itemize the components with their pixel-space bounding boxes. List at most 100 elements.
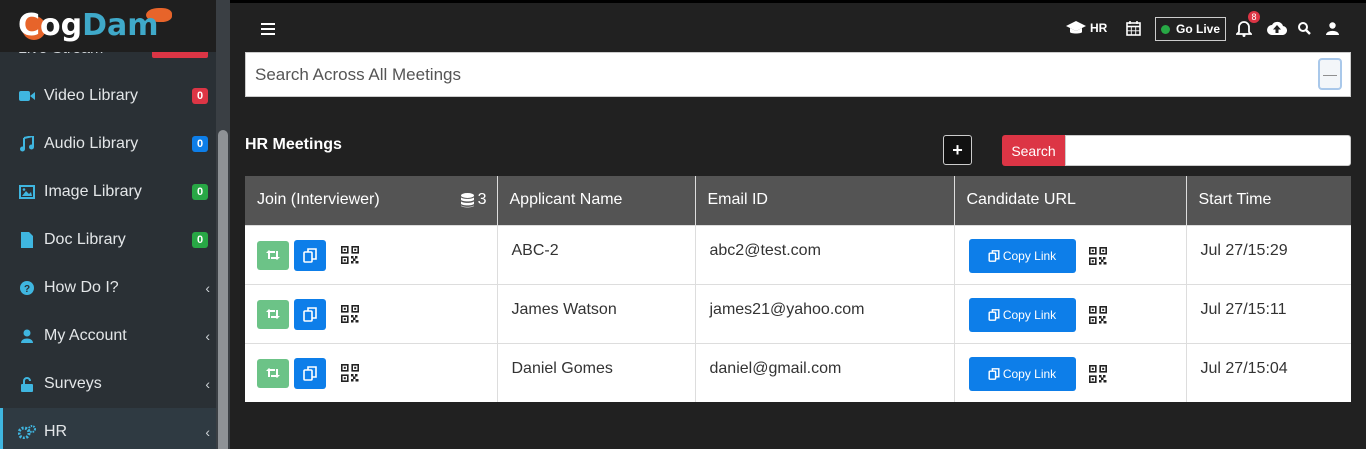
table-row: ABC-2 abc2@test.com Copy Link Jul 27/15:…: [245, 224, 1351, 284]
meetings-table: Join (Interviewer) 3 Applicant Name Emai…: [245, 176, 1351, 402]
rejoin-button[interactable]: [257, 299, 289, 329]
sidebar-item-video-library[interactable]: Video Library 0: [0, 72, 216, 120]
copy-icon: [988, 308, 1000, 321]
go-live-button[interactable]: Go Live: [1155, 17, 1226, 41]
qr-code-icon[interactable]: [340, 304, 360, 324]
sidebar-scrollbar-thumb[interactable]: [218, 130, 228, 449]
qr-code-icon[interactable]: [1088, 305, 1108, 325]
applicant-name: Daniel Gomes: [497, 342, 696, 402]
hr-label: HR: [1090, 21, 1108, 35]
copy-link-button[interactable]: Copy Link: [968, 297, 1076, 332]
start-time: Jul 27/15:04: [1186, 342, 1351, 402]
rejoin-button[interactable]: [257, 358, 289, 388]
copy-link-button[interactable]: Copy Link: [968, 238, 1076, 273]
notification-badge: 8: [1248, 11, 1260, 23]
column-header-join: Join (Interviewer) 3: [245, 176, 498, 225]
chevron-left-icon: ‹: [205, 328, 210, 344]
logo[interactable]: CogDam: [0, 0, 230, 52]
doc-count-badge: 0: [192, 232, 208, 248]
sidebar-item-doc-library[interactable]: Doc Library 0: [0, 216, 216, 264]
column-header-applicant: Applicant Name: [497, 176, 696, 225]
audio-count-badge: 0: [192, 136, 208, 152]
copy-link-button[interactable]: Copy Link: [968, 356, 1076, 391]
candidate-url-cell: Copy Link: [954, 283, 1187, 343]
retweet-icon: [266, 309, 280, 319]
join-cell: [245, 283, 498, 343]
chevron-left-icon: ‹: [205, 424, 210, 440]
sidebar-item-how-do-i[interactable]: ? How Do I? ‹: [0, 264, 216, 312]
menu-icon[interactable]: [261, 23, 275, 38]
search-all-input[interactable]: [246, 53, 1306, 96]
copy-icon: [303, 365, 317, 381]
video-count-badge: 0: [192, 88, 208, 104]
sidebar-item-hr[interactable]: HR ‹: [0, 408, 216, 449]
copy-icon: [303, 306, 317, 322]
hr-link[interactable]: HR: [1066, 3, 1107, 53]
search-icon[interactable]: [1298, 3, 1311, 53]
sidebar-item-my-account[interactable]: My Account ‹: [0, 312, 216, 360]
meeting-search-input[interactable]: [1065, 135, 1351, 166]
svg-text:?: ?: [24, 284, 30, 295]
applicant-name: James Watson: [497, 283, 696, 343]
email-id: abc2@test.com: [695, 224, 955, 284]
minus-icon: —: [1323, 66, 1337, 82]
email-id: daniel@gmail.com: [695, 342, 955, 402]
database-icon: [460, 192, 474, 207]
candidate-url-cell: Copy Link: [954, 224, 1187, 284]
meeting-count: 3: [460, 191, 487, 209]
cloud-upload-icon[interactable]: [1267, 3, 1287, 53]
collapse-button[interactable]: —: [1318, 58, 1342, 90]
question-icon: ?: [18, 281, 36, 295]
live-status-dot: [1160, 24, 1170, 34]
retweet-icon: [266, 250, 280, 260]
go-live-label: Go Live: [1175, 22, 1220, 36]
rejoin-button[interactable]: [257, 240, 289, 270]
start-time: Jul 27/15:11: [1186, 283, 1351, 343]
column-header-candidate-url: Candidate URL: [954, 176, 1187, 225]
qr-code-icon[interactable]: [340, 245, 360, 265]
top-header: HR Go Live 8: [230, 3, 1366, 53]
start-time: Jul 27/15:29: [1186, 224, 1351, 284]
sidebar: Live Stream CogDam Video Library 0 Audio…: [0, 0, 230, 449]
copy-icon: [988, 367, 1000, 380]
join-cell: [245, 224, 498, 284]
email-id: james21@yahoo.com: [695, 283, 955, 343]
graduation-cap-icon: [1066, 21, 1086, 34]
sidebar-item-image-library[interactable]: Image Library 0: [0, 168, 216, 216]
copy-join-link-button[interactable]: [294, 298, 326, 330]
table-row: James Watson james21@yahoo.com Copy Link…: [245, 283, 1351, 343]
copy-join-link-button[interactable]: [294, 239, 326, 271]
join-cell: [245, 342, 498, 402]
image-icon: [18, 185, 36, 199]
copy-join-link-button[interactable]: [294, 357, 326, 389]
section-title: HR Meetings: [245, 136, 342, 153]
user-icon[interactable]: [1326, 3, 1339, 53]
search-all-meetings: —: [245, 52, 1351, 97]
music-icon: [18, 136, 36, 152]
copy-icon: [303, 247, 317, 263]
gears-icon: [18, 425, 36, 439]
chevron-left-icon: ‹: [205, 376, 210, 392]
qr-code-icon[interactable]: [1088, 364, 1108, 384]
qr-code-icon[interactable]: [1088, 246, 1108, 266]
qr-code-icon[interactable]: [340, 363, 360, 383]
search-button[interactable]: Search: [1002, 135, 1065, 166]
logo-text: CogDam: [18, 8, 159, 43]
add-meeting-button[interactable]: +: [943, 135, 972, 165]
calendar-icon[interactable]: [1126, 3, 1141, 53]
sidebar-item-surveys[interactable]: Surveys ‹: [0, 360, 216, 408]
user-icon: [18, 329, 36, 343]
chevron-left-icon: ‹: [205, 280, 210, 296]
image-count-badge: 0: [192, 184, 208, 200]
sidebar-item-audio-library[interactable]: Audio Library 0: [0, 120, 216, 168]
applicant-name: ABC-2: [497, 224, 696, 284]
column-header-start-time: Start Time: [1186, 176, 1351, 225]
table-header-row: Join (Interviewer) 3 Applicant Name Emai…: [245, 176, 1351, 225]
video-icon: [18, 90, 36, 102]
table-row: Daniel Gomes daniel@gmail.com Copy Link …: [245, 342, 1351, 402]
copy-icon: [988, 249, 1000, 262]
bell-icon[interactable]: [1236, 3, 1252, 53]
column-header-email: Email ID: [695, 176, 955, 225]
lock-icon: [18, 376, 36, 392]
retweet-icon: [266, 368, 280, 378]
